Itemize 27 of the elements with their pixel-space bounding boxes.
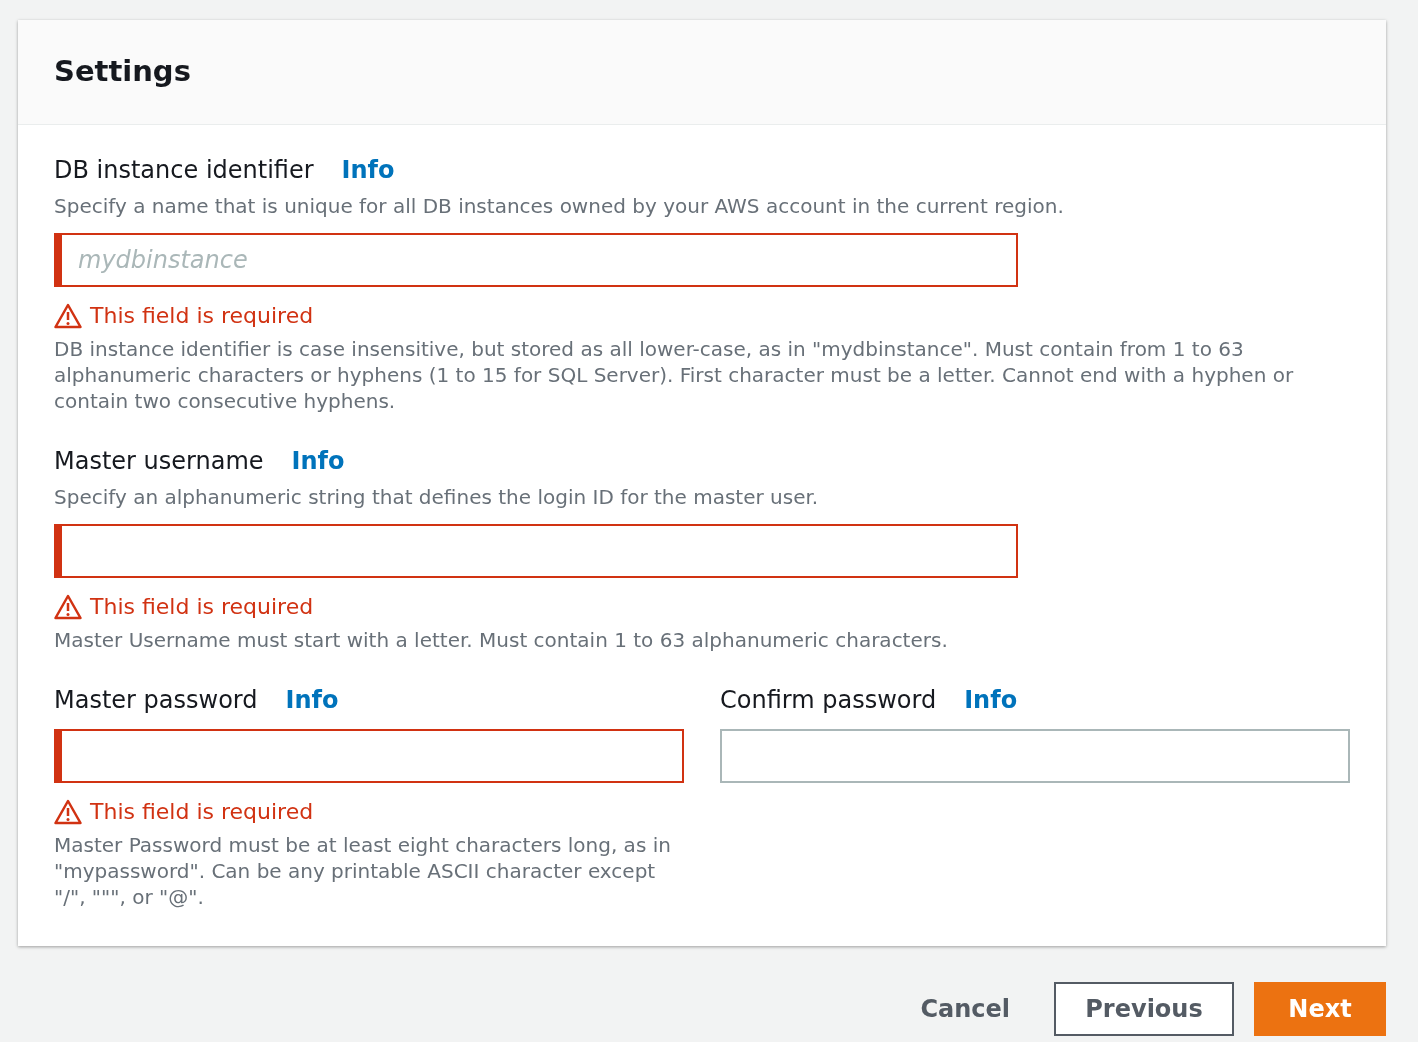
nav-button[interactable]: Previous	[1054, 982, 1234, 1036]
info-link[interactable]: Info	[291, 443, 345, 479]
field-hint: Master Password must be at least eight characters long, as in "mypassword". Can be any printable ASCII character except "/", """, or "@".	[54, 832, 672, 910]
warning-icon	[54, 798, 82, 825]
error-message: This field is required	[90, 593, 314, 621]
warning-icon	[54, 302, 82, 329]
error-message: This field is required	[90, 798, 314, 826]
field-label: Master password	[54, 685, 258, 716]
field-label: DB instance identifier	[54, 155, 314, 186]
panel-title: Settings	[54, 53, 191, 91]
info-link[interactable]: Info	[964, 682, 1018, 718]
text-input[interactable]: mydbinstance	[54, 233, 1018, 287]
text-input[interactable]	[720, 729, 1350, 783]
field-description: Specify an alphanumeric string that defines the login ID for the master user.	[54, 484, 820, 511]
field-hint: DB instance identifier is case insensitive, but stored as all lower-case, as in "mydbinstance". Must contain from 1 to 63 alphanumeric characters or hyphens (1 to 15 for SQL Server). First character must be a letter. Cannot end with a hyphen or contain two consecutive hyphens.	[54, 336, 1295, 414]
cancel-link[interactable]: Cancel	[896, 982, 1034, 1036]
text-input[interactable]	[54, 729, 684, 783]
field-description: Specify a name that is unique for all DB instances owned by your AWS account in the current region.	[54, 193, 1065, 220]
field-label: Confirm password	[720, 685, 937, 716]
warning-icon	[54, 593, 82, 620]
field-label: Master username	[54, 446, 264, 477]
info-link[interactable]: Info	[341, 152, 395, 188]
info-link[interactable]: Info	[285, 682, 339, 718]
text-input[interactable]	[54, 524, 1018, 578]
field-hint: Master Username must start with a letter. Must contain 1 to 63 alphanumeric characters.	[54, 627, 949, 653]
error-message: This field is required	[90, 302, 314, 330]
nav-button[interactable]: Next	[1254, 982, 1386, 1036]
